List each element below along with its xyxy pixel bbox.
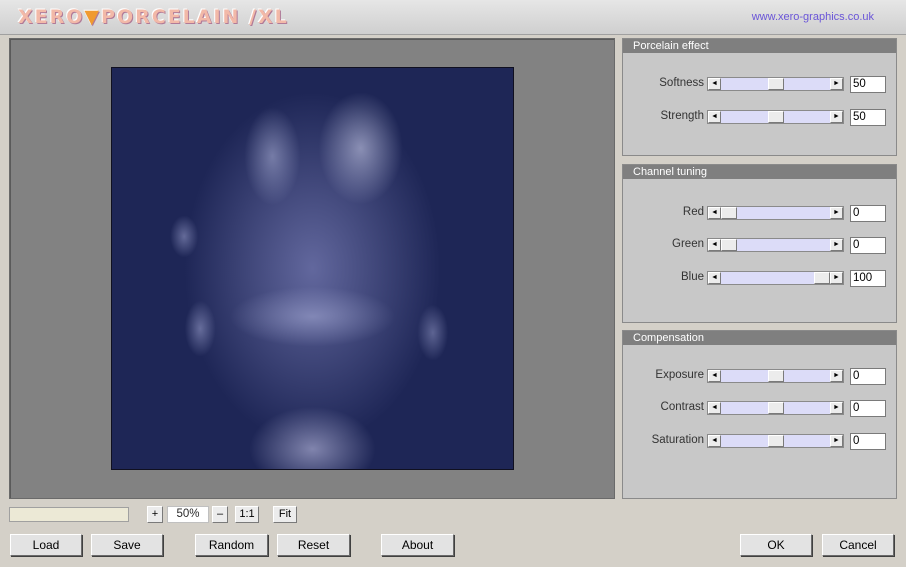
compensation-panel: Compensation Exposure ◄ ► 0 Contrast ◄ ► 0 Sat… (622, 330, 897, 499)
slider-thumb[interactable] (767, 78, 784, 90)
about-button[interactable]: About (381, 534, 454, 556)
porcelain-effect-panel: Porcelain effect Softness ◄ ► 50 Strength ◄ ►… (622, 38, 897, 156)
scroll-right-icon[interactable]: ► (830, 435, 843, 447)
slider-row-red: Red ◄ ► 0 (623, 204, 896, 222)
slider-track[interactable]: ◄ ► (707, 238, 844, 252)
slider-row-exposure: Exposure ◄ ► 0 (623, 367, 896, 385)
progress-bar (9, 507, 129, 522)
logo-text-left: XERO (18, 6, 85, 28)
slider-label: Contrast (660, 401, 704, 413)
slider-thumb[interactable] (814, 272, 830, 284)
scroll-right-icon[interactable]: ► (830, 111, 843, 123)
preview-pane[interactable] (9, 38, 615, 499)
scroll-right-icon[interactable]: ► (830, 78, 843, 90)
panel-title: Porcelain effect (623, 39, 896, 53)
scroll-right-icon[interactable]: ► (830, 370, 843, 382)
slider-label: Saturation (651, 434, 704, 446)
slider-thumb[interactable] (767, 370, 784, 382)
scroll-right-icon[interactable]: ► (830, 402, 843, 414)
logo-arrow-icon: ▼ (84, 6, 102, 28)
app-logo: XERO▼PORCELAIN /XL (18, 6, 289, 28)
title-bar: XERO▼PORCELAIN /XL www.xero-graphics.co.… (0, 0, 906, 35)
slider-thumb[interactable] (721, 239, 737, 251)
scroll-left-icon[interactable]: ◄ (708, 78, 721, 90)
scroll-left-icon[interactable]: ◄ (708, 370, 721, 382)
slider-value-field[interactable]: 0 (850, 368, 886, 385)
logo-text-right: PORCELAIN /XL (101, 6, 289, 28)
scroll-left-icon[interactable]: ◄ (708, 239, 721, 251)
random-button[interactable]: Random (195, 534, 268, 556)
scroll-left-icon[interactable]: ◄ (708, 111, 721, 123)
slider-thumb[interactable] (767, 402, 784, 414)
scroll-left-icon[interactable]: ◄ (708, 402, 721, 414)
slider-label: Red (682, 206, 704, 218)
slider-track[interactable]: ◄ ► (707, 271, 844, 285)
slider-row-blue: Blue ◄ ► 100 (623, 269, 896, 287)
slider-value-field[interactable]: 50 (850, 76, 886, 93)
slider-track[interactable]: ◄ ► (707, 434, 844, 448)
scroll-right-icon[interactable]: ► (830, 272, 843, 284)
ok-button[interactable]: OK (740, 534, 812, 556)
panel-title: Channel tuning (623, 165, 896, 179)
slider-row-saturation: Saturation ◄ ► 0 (623, 432, 896, 450)
slider-row-green: Green ◄ ► 0 (623, 236, 896, 254)
slider-row-softness: Softness ◄ ► 50 (623, 75, 896, 93)
slider-label: Exposure (655, 369, 704, 381)
scroll-left-icon[interactable]: ◄ (708, 272, 721, 284)
slider-value-field[interactable]: 50 (850, 109, 886, 126)
slider-track[interactable]: ◄ ► (707, 110, 844, 124)
load-button[interactable]: Load (10, 534, 82, 556)
scroll-left-icon[interactable]: ◄ (708, 435, 721, 447)
scroll-right-icon[interactable]: ► (830, 207, 843, 219)
zoom-in-button[interactable]: + (147, 506, 163, 523)
slider-row-strength: Strength ◄ ► 50 (623, 108, 896, 126)
slider-value-field[interactable]: 100 (850, 270, 886, 287)
panel-title: Compensation (623, 331, 896, 345)
slider-row-contrast: Contrast ◄ ► 0 (623, 399, 896, 417)
zoom-fit-button[interactable]: Fit (273, 506, 297, 523)
zoom-level: 50% (167, 506, 209, 523)
zoom-1to1-button[interactable]: 1:1 (235, 506, 259, 523)
slider-value-field[interactable]: 0 (850, 400, 886, 417)
slider-label: Blue (680, 271, 704, 283)
slider-label: Softness (659, 77, 704, 89)
cancel-button[interactable]: Cancel (822, 534, 894, 556)
channel-tuning-panel: Channel tuning Red ◄ ► 0 Green ◄ ► 0 Blue ◄ ► 100 (622, 164, 897, 323)
slider-track[interactable]: ◄ ► (707, 401, 844, 415)
slider-value-field[interactable]: 0 (850, 205, 886, 222)
slider-track[interactable]: ◄ ► (707, 369, 844, 383)
slider-value-field[interactable]: 0 (850, 237, 886, 254)
zoom-out-button[interactable]: – (212, 506, 228, 523)
slider-label: Strength (660, 110, 704, 122)
slider-thumb[interactable] (767, 111, 784, 123)
slider-value-field[interactable]: 0 (850, 433, 886, 450)
scroll-right-icon[interactable]: ► (830, 239, 843, 251)
reset-button[interactable]: Reset (277, 534, 350, 556)
slider-track[interactable]: ◄ ► (707, 77, 844, 91)
preview-image[interactable] (111, 67, 514, 470)
slider-label: Green (672, 238, 704, 250)
slider-track[interactable]: ◄ ► (707, 206, 844, 220)
scroll-left-icon[interactable]: ◄ (708, 207, 721, 219)
slider-thumb[interactable] (767, 435, 784, 447)
save-button[interactable]: Save (91, 534, 163, 556)
website-link[interactable]: www.xero-graphics.co.uk (752, 11, 874, 23)
slider-thumb[interactable] (721, 207, 737, 219)
